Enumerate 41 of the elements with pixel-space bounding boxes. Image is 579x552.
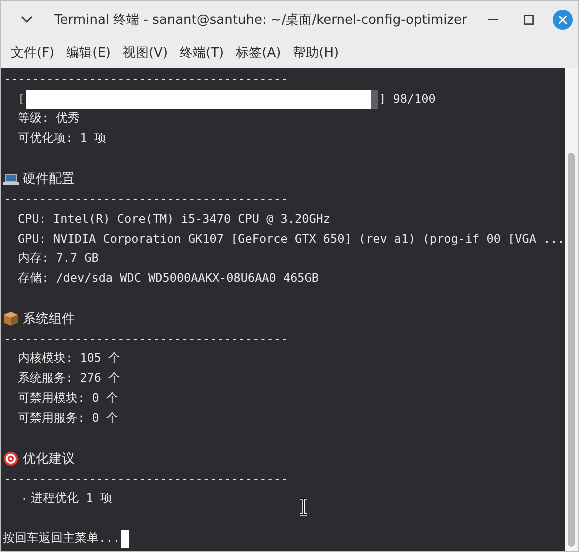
menu-item[interactable]: 编辑(E): [60, 44, 117, 62]
output-line: CPU: Intel(R) Core(TM) i5-3470 CPU @ 3.20GHz: [18, 212, 331, 226]
box-icon: [4, 312, 18, 326]
mouse-pointer-icon: [299, 498, 308, 516]
text-cursor: [121, 530, 130, 548]
section-heading: 硬件配置: [23, 171, 75, 188]
menu-item[interactable]: 帮助(H): [287, 44, 346, 62]
separator-line: ----------------------------------------: [4, 72, 288, 86]
output-line: 可禁用服务: 0 个: [18, 411, 118, 427]
output-line: 可禁用模块: 0 个: [18, 391, 118, 407]
prompt-text: 按回车返回主菜单...: [3, 531, 120, 547]
output-line: 进程优化 1 项: [31, 491, 112, 507]
menu-item[interactable]: 标签(A): [230, 44, 288, 62]
maximize-icon: [524, 14, 534, 24]
separator-line: ----------------------------------------: [4, 332, 288, 346]
close-icon: [559, 16, 567, 24]
laptop-icon: [3, 172, 19, 186]
output-line: 存储: /dev/sda WDC WD5000AAKX-08U6AA0 465GB: [18, 271, 319, 287]
target-icon: [4, 452, 18, 466]
bracket: ]: [379, 92, 386, 106]
bracket: [: [18, 92, 26, 106]
bullet-mark: ·: [21, 492, 28, 506]
separator-line: ----------------------------------------: [4, 472, 288, 486]
output-line: 可优化项: 1 项: [18, 131, 106, 147]
window-title: Terminal 终端 - sanant@santuhe: ~/桌面/kernel-config-optimizer: [54, 12, 468, 28]
minimize-icon: [488, 18, 498, 20]
output-line: 内存: 7.7 GB: [18, 251, 99, 267]
chevron-down-icon[interactable]: [19, 16, 35, 24]
separator-line: ----------------------------------------: [4, 192, 288, 206]
section-heading: 系统组件: [23, 311, 75, 328]
scrollbar[interactable]: [565, 68, 578, 551]
menu-item[interactable]: 视图(V): [116, 44, 174, 62]
score-text: 98/100: [393, 92, 436, 106]
output-line: 等级: 优秀: [18, 111, 80, 127]
menu-item[interactable]: 文件(F): [5, 44, 61, 62]
menu-item[interactable]: 终端(T): [174, 44, 230, 62]
section-heading: 优化建议: [23, 451, 75, 468]
output-line: 内核模块: 105 个: [18, 351, 121, 367]
close-button[interactable]: [553, 10, 573, 30]
output-line: GPU: NVIDIA Corporation GK107 [GeForce GTX 650] (rev a1) (prog-if 00 [VGA ...: [18, 232, 565, 246]
output-line: 系统服务: 276 个: [18, 371, 121, 387]
